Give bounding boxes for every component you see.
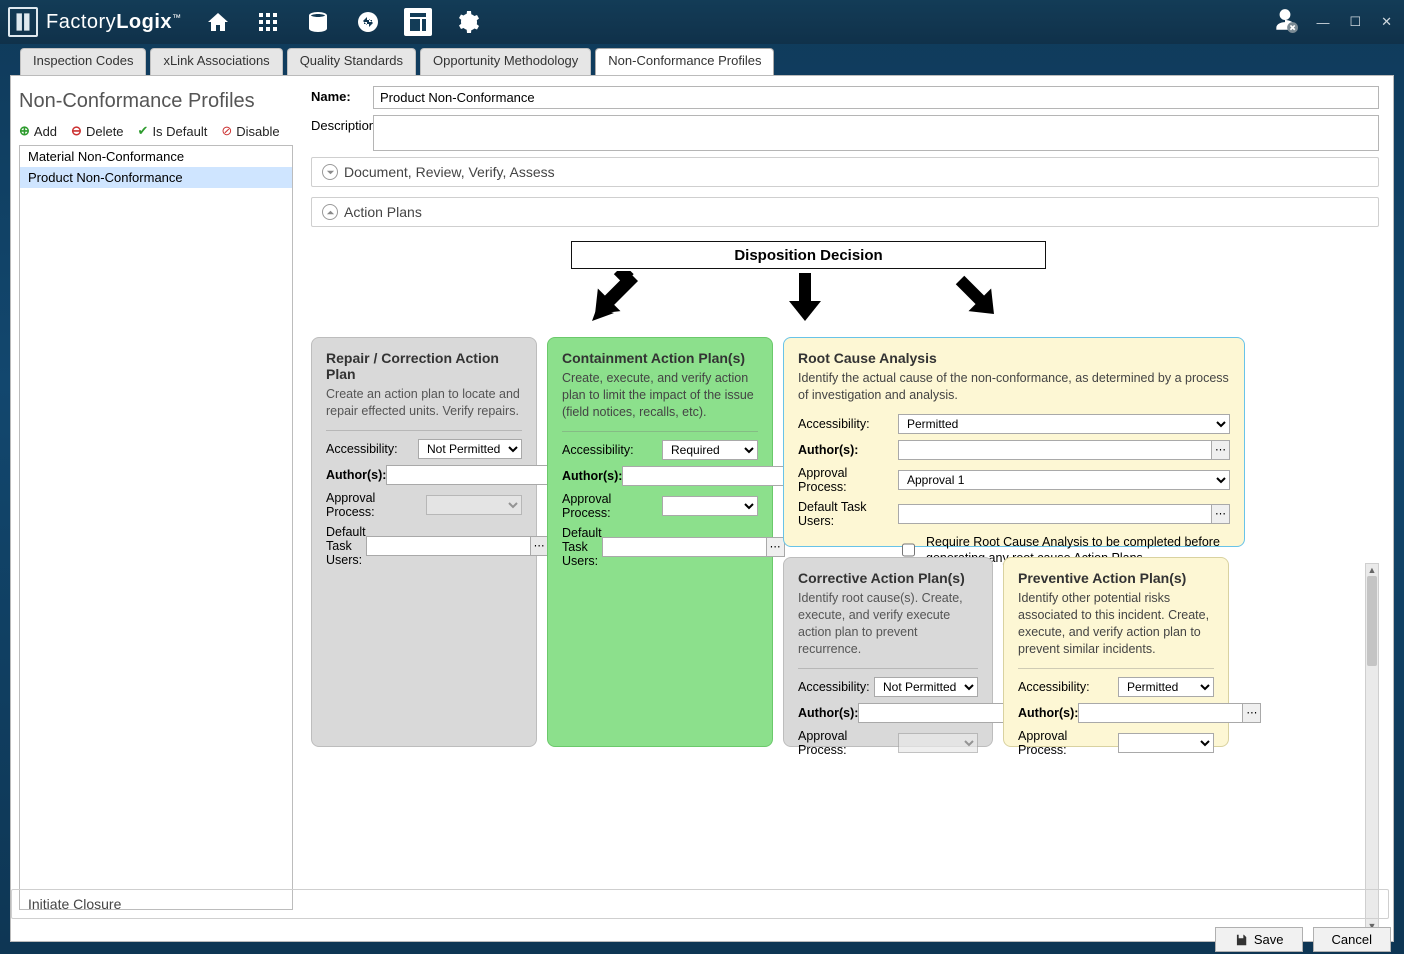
card-title: Root Cause Analysis [798, 350, 1230, 366]
arrow-sw-icon [586, 271, 638, 323]
corrective-approval-select[interactable] [898, 733, 978, 753]
rootcause-approval-select[interactable]: Approval 1 [898, 470, 1230, 490]
rootcause-authors-input[interactable] [898, 440, 1212, 460]
card-title: Corrective Action Plan(s) [798, 570, 978, 586]
preventive-accessibility-select[interactable]: Permitted [1118, 677, 1214, 697]
preventive-approval-select[interactable] [1118, 733, 1214, 753]
card-rootcause: Root Cause Analysis Identify the actual … [783, 337, 1245, 547]
disposition-box: Disposition Decision [571, 241, 1046, 269]
disable-button[interactable]: ⊘Disable [221, 123, 279, 139]
name-input[interactable] [373, 86, 1379, 109]
card-preventive: Preventive Action Plan(s) Identify other… [1003, 557, 1229, 747]
repair-accessibility-select[interactable]: Not Permitted [418, 439, 522, 459]
corrective-authors-input[interactable] [858, 703, 1023, 723]
app-logo [8, 7, 38, 37]
vertical-scrollbar[interactable]: ▲ ▼ [1365, 563, 1379, 933]
save-button[interactable]: Save [1215, 927, 1303, 941]
close-window-button[interactable]: ✕ [1377, 12, 1396, 32]
repair-authors-input[interactable] [386, 465, 551, 485]
add-button[interactable]: ⊕Add [19, 123, 57, 139]
containment-authors-input[interactable] [622, 466, 787, 486]
corrective-accessibility-select[interactable]: Not Permitted [874, 677, 978, 697]
chevron-down-icon [322, 164, 338, 180]
rootcause-users-input[interactable] [898, 504, 1212, 524]
section-action-plans[interactable]: Action Plans [311, 197, 1379, 227]
minimize-button[interactable]: — [1312, 13, 1333, 32]
picker-icon[interactable]: ⋯ [1212, 504, 1230, 524]
section-initiate-closure[interactable]: Initiate Closure [301, 889, 1389, 919]
card-title: Preventive Action Plan(s) [1018, 570, 1214, 586]
containment-accessibility-select[interactable]: Required [662, 440, 758, 460]
tab-opportunity-methodology[interactable]: Opportunity Methodology [420, 48, 591, 76]
picker-icon[interactable]: ⋯ [531, 536, 549, 556]
preventive-authors-input[interactable] [1078, 703, 1243, 723]
arrow-down-icon [779, 271, 831, 323]
home-icon[interactable] [204, 8, 232, 36]
repair-users-input[interactable] [366, 536, 531, 556]
profile-list: Material Non-ConformanceProduct Non-Conf… [19, 145, 293, 910]
title-bar: FactoryLogix™ — ☐ ✕ [0, 0, 1404, 44]
database-icon[interactable] [304, 8, 332, 36]
cancel-button[interactable]: Cancel [1313, 927, 1391, 941]
desc-input[interactable] [373, 115, 1379, 151]
tab-bar: Inspection CodesxLink AssociationsQualit… [10, 48, 1394, 76]
name-label: Name: [311, 86, 373, 104]
card-repair: Repair / Correction Action Plan Create a… [311, 337, 537, 747]
card-title: Containment Action Plan(s) [562, 350, 758, 366]
tab-xlink-associations[interactable]: xLink Associations [150, 48, 282, 76]
card-containment: Containment Action Plan(s) Create, execu… [547, 337, 773, 747]
chevron-up-icon [322, 204, 338, 220]
sync-icon[interactable] [354, 8, 382, 36]
card-title: Repair / Correction Action Plan [326, 350, 522, 382]
section-document[interactable]: Document, Review, Verify, Assess [311, 157, 1379, 187]
left-toolbar: ⊕Add ⊖Delete ✔Is Default ⊘Disable [19, 123, 293, 139]
containment-users-input[interactable] [602, 537, 767, 557]
repair-approval-select[interactable] [426, 495, 522, 515]
containment-approval-select[interactable] [662, 496, 758, 516]
picker-icon[interactable]: ⋯ [1212, 440, 1230, 460]
tab-non-conformance-profiles[interactable]: Non-Conformance Profiles [595, 48, 774, 76]
picker-icon[interactable]: ⋯ [1243, 703, 1261, 723]
tab-quality-standards[interactable]: Quality Standards [287, 48, 416, 76]
card-corrective: Corrective Action Plan(s) Identify root … [783, 557, 993, 747]
desc-label: Description: [311, 115, 373, 133]
tab-inspection-codes[interactable]: Inspection Codes [20, 48, 146, 76]
user-status-icon[interactable] [1272, 7, 1298, 38]
page-title: Non-Conformance Profiles [19, 90, 293, 113]
list-item[interactable]: Material Non-Conformance [20, 146, 292, 167]
flow-diagram: Disposition Decision Repair / Correction… [311, 237, 1379, 933]
rootcause-accessibility-select[interactable]: Permitted [898, 414, 1230, 434]
grid-icon[interactable] [254, 8, 282, 36]
gear-icon[interactable] [454, 8, 482, 36]
arrow-se-icon [951, 271, 1003, 323]
brand-text: FactoryLogix™ [46, 11, 182, 34]
delete-button[interactable]: ⊖Delete [71, 123, 123, 139]
picker-icon[interactable]: ⋯ [767, 537, 785, 557]
isdefault-button[interactable]: ✔Is Default [138, 123, 208, 139]
save-icon [1234, 933, 1248, 942]
maximize-button[interactable]: ☐ [1345, 12, 1365, 32]
report-icon[interactable] [404, 8, 432, 36]
list-item[interactable]: Product Non-Conformance [20, 167, 292, 188]
